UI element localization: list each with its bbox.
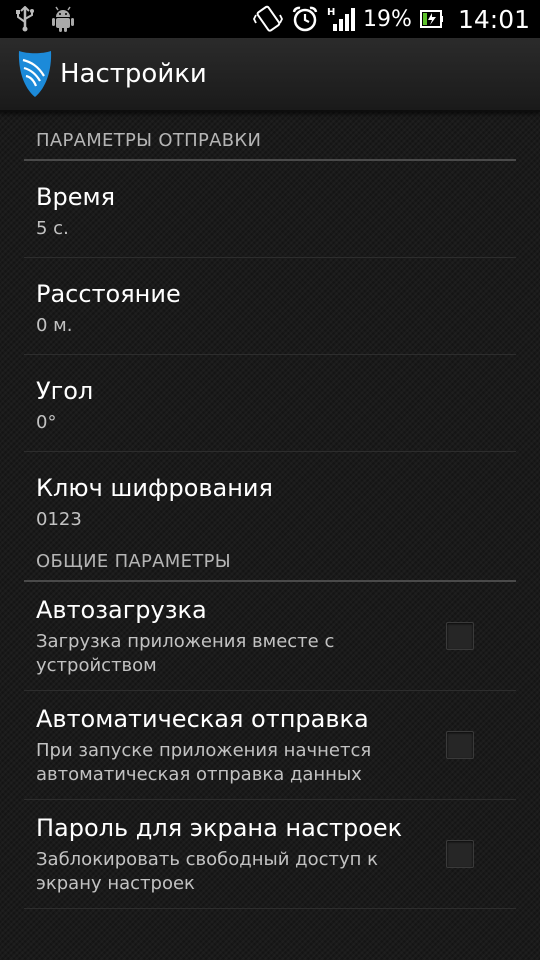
pref-summary: 5 с. bbox=[36, 218, 69, 239]
battery-percent: 19% bbox=[363, 6, 412, 32]
password-checkbox[interactable] bbox=[446, 840, 474, 868]
alarm-clock-icon bbox=[291, 5, 319, 33]
clock: 14:01 bbox=[457, 4, 530, 34]
pref-summary: 0123 bbox=[36, 509, 82, 530]
pref-title: Пароль для экрана настроек bbox=[36, 814, 403, 842]
pref-title: Угол bbox=[36, 377, 94, 405]
pref-title: Ключ шифрования bbox=[36, 474, 273, 502]
pref-autoload[interactable]: Автозагрузка Загрузка приложения вместе … bbox=[24, 582, 516, 691]
pref-title: Расстояние bbox=[36, 280, 181, 308]
pref-summary: При запуске приложения начнется автомати… bbox=[36, 740, 372, 785]
pref-encryption-key[interactable]: Ключ шифрования 0123 bbox=[24, 452, 516, 549]
shield-logo-icon[interactable] bbox=[16, 48, 54, 100]
pref-time[interactable]: Время 5 с. bbox=[24, 161, 516, 258]
page-title: Настройки bbox=[60, 59, 207, 89]
usb-icon bbox=[14, 6, 36, 32]
pref-title: Время bbox=[36, 183, 116, 211]
status-bar: H 19% 14:01 bbox=[0, 0, 540, 38]
signal-h-icon: H bbox=[327, 5, 356, 33]
section-header-send: ПАРАМЕТРЫ ОТПРАВКИ bbox=[24, 110, 516, 161]
pref-summary: 0 м. bbox=[36, 315, 73, 336]
vibrate-icon bbox=[253, 5, 284, 33]
pref-title: Автоматическая отправка bbox=[36, 705, 369, 733]
pref-settings-password[interactable]: Пароль для экрана настроек Заблокировать… bbox=[24, 800, 516, 909]
android-debug-icon bbox=[50, 6, 76, 32]
pref-distance[interactable]: Расстояние 0 м. bbox=[24, 258, 516, 355]
action-bar: Настройки bbox=[0, 38, 540, 112]
autosend-checkbox[interactable] bbox=[446, 731, 474, 759]
pref-summary: Загрузка приложения вместе с устройством bbox=[36, 631, 335, 676]
settings-list: ПАРАМЕТРЫ ОТПРАВКИ Время 5 с. Расстояние… bbox=[0, 110, 540, 909]
battery-charging-icon bbox=[419, 9, 444, 29]
pref-title: Автозагрузка bbox=[36, 596, 207, 624]
pref-angle[interactable]: Угол 0° bbox=[24, 355, 516, 452]
svg-text:H: H bbox=[327, 7, 335, 18]
pref-summary: 0° bbox=[36, 412, 57, 433]
pref-summary: Заблокировать свободный доступ к экрану … bbox=[36, 849, 378, 894]
pref-autosend[interactable]: Автоматическая отправка При запуске прил… bbox=[24, 691, 516, 800]
autoload-checkbox[interactable] bbox=[446, 622, 474, 650]
section-header-general: ОБЩИЕ ПАРАМЕТРЫ bbox=[24, 549, 516, 582]
